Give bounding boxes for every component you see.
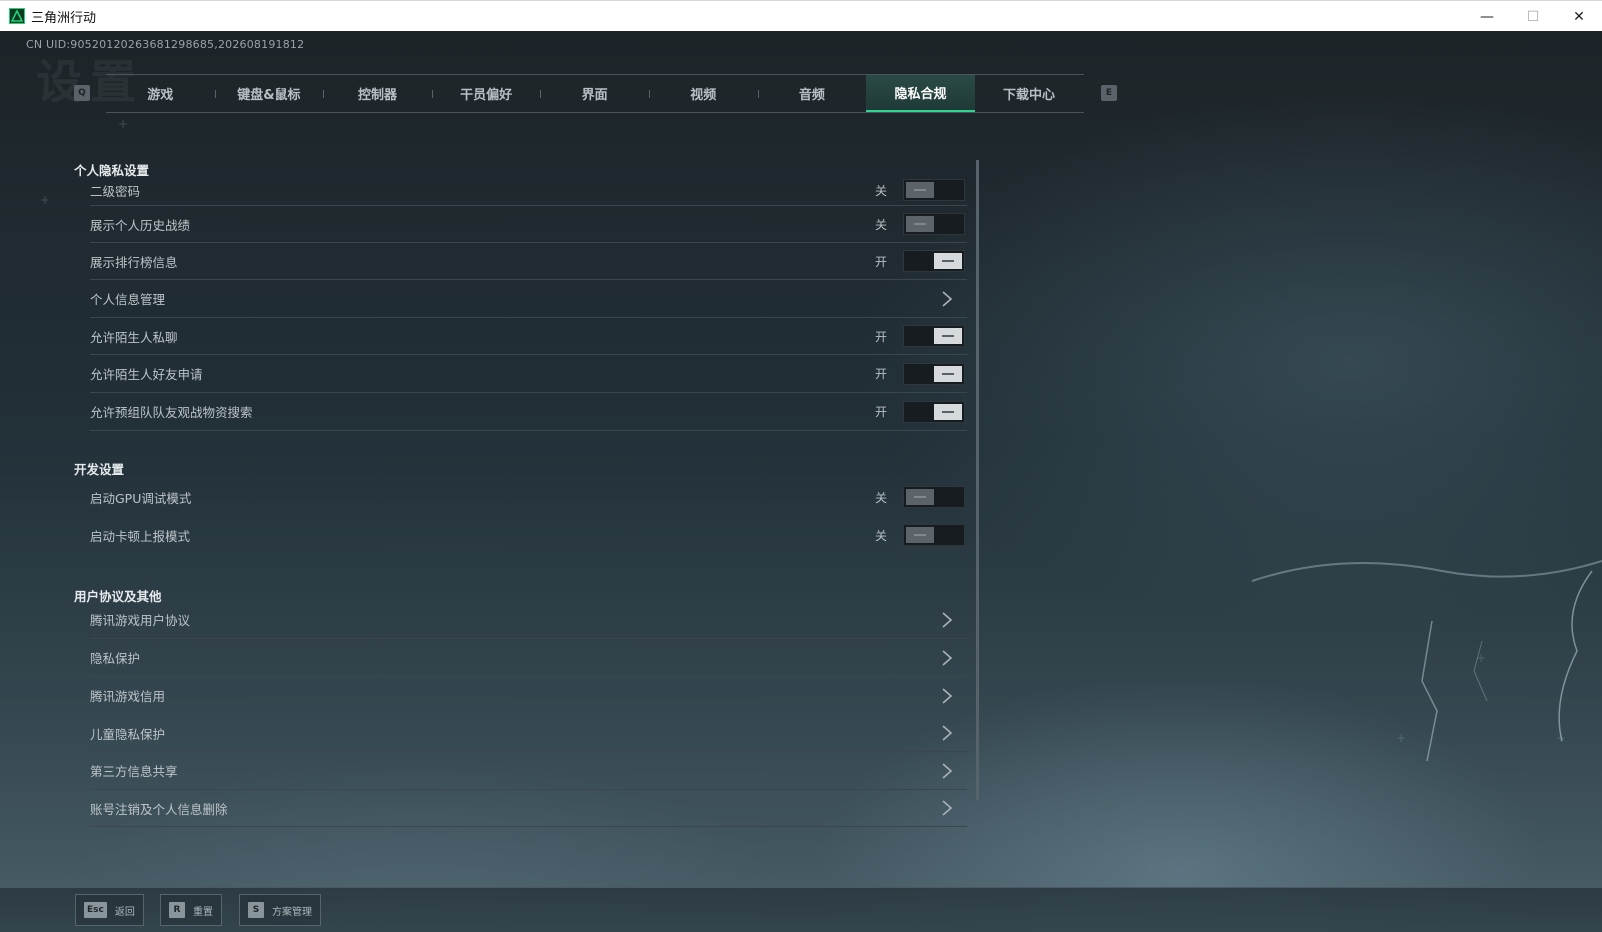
reset-button[interactable]: R 重置: [160, 894, 222, 926]
toggle-state-text: 开: [874, 329, 887, 344]
decor-cross: +: [1476, 651, 1487, 665]
setting-row-stutter-report[interactable]: 启动卡顿上报模式 关: [90, 516, 967, 554]
chevron-right-icon: [942, 800, 953, 816]
decor-cross: +: [1556, 731, 1567, 745]
bottom-action-bar: Esc 返回 R 重置 S 方案管理: [0, 887, 1602, 932]
key-hint-esc: Esc: [84, 902, 107, 918]
setting-row-allow-stranger-chat[interactable]: 允许陌生人私聊 开: [90, 318, 967, 355]
toggle-state-text: 关: [874, 490, 887, 505]
setting-row-secondary-password[interactable]: 二级密码 关: [90, 175, 967, 206]
tab-game[interactable]: 游戏: [106, 75, 215, 112]
scheme-management-button[interactable]: S 方案管理: [239, 894, 321, 926]
minimize-button[interactable]: —: [1464, 1, 1510, 32]
link-label: 隐私保护: [90, 651, 141, 666]
background-lightning: [1251, 560, 1602, 762]
tab-operator-preferences[interactable]: 干员偏好: [431, 75, 541, 112]
setting-row-personal-info-management[interactable]: 个人信息管理: [90, 280, 967, 318]
decor-cross: +: [40, 193, 51, 207]
setting-row-allow-teammate-spectate[interactable]: 允许预组队队友观战物资搜索 开: [90, 393, 967, 431]
setting-label: 允许陌生人好友申请: [90, 367, 203, 382]
window-title: 三角洲行动: [31, 10, 97, 26]
link-label: 腾讯游戏信用: [90, 689, 166, 704]
tab-keyboard-mouse[interactable]: 键盘&鼠标: [214, 75, 324, 112]
scheme-management-label: 方案管理: [272, 906, 312, 918]
toggle-state-text: 开: [874, 367, 887, 381]
next-tab-key-hint[interactable]: E: [1101, 85, 1117, 101]
tab-controller[interactable]: 控制器: [323, 75, 432, 112]
tab-privacy-compliance[interactable]: 隐私合规: [866, 75, 975, 112]
setting-label: 允许预组队队友观战物资搜索: [90, 405, 253, 420]
chevron-right-icon: [942, 611, 953, 628]
decor-cross: +: [1396, 731, 1407, 745]
toggle-switch[interactable]: [903, 524, 965, 546]
reset-label: 重置: [193, 906, 213, 918]
link-label: 儿童隐私保护: [90, 726, 166, 742]
setting-label: 展示个人历史战绩: [90, 217, 191, 233]
window-titlebar: 三角洲行动 — ☐ ✕: [0, 0, 1602, 31]
maximize-button[interactable]: ☐: [1510, 1, 1556, 32]
chevron-right-icon: [942, 290, 953, 307]
toggle-state-text: 关: [874, 217, 887, 232]
setting-row-gpu-debug[interactable]: 启动GPU调试模式 关: [90, 478, 967, 516]
tab-interface[interactable]: 界面: [540, 75, 649, 112]
setting-label: 二级密码: [90, 183, 141, 199]
key-hint-r: R: [169, 902, 185, 918]
toggle-switch[interactable]: [903, 179, 965, 201]
setting-row-allow-stranger-friend-request[interactable]: 允许陌生人好友申请 开: [90, 355, 967, 393]
setting-label: 个人信息管理: [90, 292, 166, 307]
link-row-third-party-sharing[interactable]: 第三方信息共享: [90, 752, 967, 790]
app-logo-icon: [9, 8, 25, 24]
uid-text: CN UID:9052012026368129868​5,2026​081918…: [26, 38, 305, 51]
toggle-switch[interactable]: [903, 325, 965, 347]
link-label: 账号注销及个人信息删除: [90, 801, 228, 817]
link-row-game-credit[interactable]: 腾讯游戏信用: [90, 677, 967, 715]
setting-label: 启动卡顿上报模式: [90, 528, 191, 544]
toggle-state-text: 开: [874, 405, 887, 419]
link-row-privacy-protection[interactable]: 隐私保护: [90, 639, 967, 677]
toggle-state-text: 关: [874, 528, 887, 543]
section-title-dev: 开发设置: [74, 462, 125, 477]
settings-screen: + + + + + 设置 CN UID:9052012026368129868​…: [0, 31, 1602, 932]
toggle-switch[interactable]: [903, 486, 965, 508]
setting-row-show-history[interactable]: 展示个人历史战绩 关: [90, 206, 967, 243]
link-row-child-privacy[interactable]: 儿童隐私保护: [90, 715, 967, 752]
chevron-right-icon: [942, 687, 953, 704]
chevron-right-icon: [942, 725, 953, 741]
decor-cross: +: [118, 117, 129, 131]
tab-video[interactable]: 视频: [648, 75, 758, 112]
toggle-state-text: 开: [874, 254, 887, 269]
back-label: 返回: [114, 906, 135, 918]
link-row-account-deletion[interactable]: 账号注销及个人信息删除: [90, 790, 967, 827]
link-label: 腾讯游戏用户协议: [90, 613, 191, 628]
link-row-user-agreement[interactable]: 腾讯游戏用户协议: [90, 601, 967, 639]
toggle-switch[interactable]: [903, 362, 965, 385]
toggle-state-text: 关: [874, 183, 887, 198]
key-hint-s: S: [248, 902, 264, 918]
settings-scrollbar[interactable]: [976, 160, 979, 800]
settings-tabs: 游戏 键盘&鼠标 控制器 干员偏好 界面 视频 音频 隐私合规 下载中心: [106, 74, 1084, 113]
back-button[interactable]: Esc 返回: [75, 894, 144, 926]
chevron-right-icon: [942, 762, 953, 779]
prev-tab-key-hint[interactable]: Q: [74, 85, 90, 101]
setting-row-show-leaderboard[interactable]: 展示排行榜信息 开: [90, 243, 967, 280]
chevron-right-icon: [942, 649, 953, 666]
setting-label: 启动GPU调试模式: [90, 490, 192, 506]
close-button[interactable]: ✕: [1556, 1, 1602, 32]
link-label: 第三方信息共享: [90, 764, 178, 779]
tab-download-center[interactable]: 下载中心: [975, 75, 1084, 112]
tab-audio[interactable]: 音频: [757, 75, 867, 112]
toggle-switch[interactable]: [903, 213, 965, 235]
toggle-switch[interactable]: [903, 250, 965, 272]
toggle-switch[interactable]: [903, 400, 965, 423]
setting-label: 展示排行榜信息: [90, 254, 178, 270]
setting-label: 允许陌生人私聊: [90, 329, 178, 345]
